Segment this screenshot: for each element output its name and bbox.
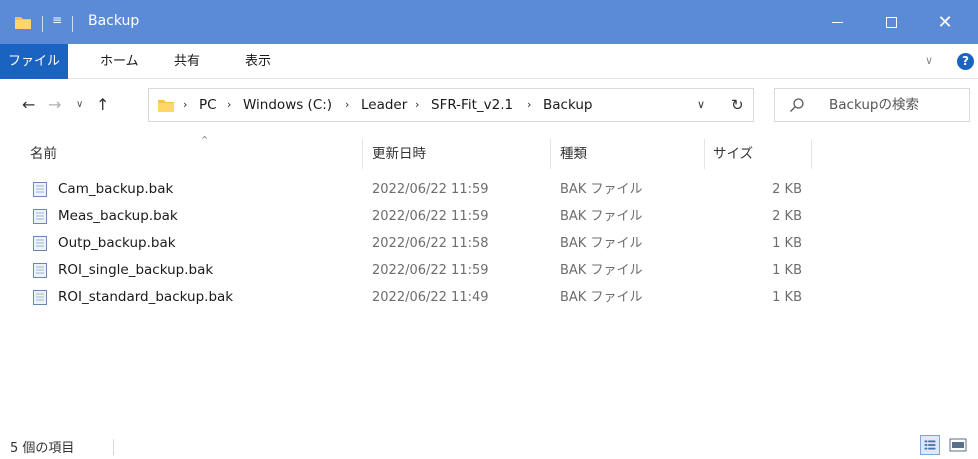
file-icon — [33, 182, 47, 197]
search-placeholder: Backupの検索 — [829, 97, 919, 113]
column-header-size[interactable]: サイズ — [713, 135, 753, 173]
column-divider[interactable] — [550, 139, 551, 169]
file-row[interactable]: Outp_backup.bak 2022/06/22 11:58 BAK ファイ… — [28, 230, 808, 257]
breadcrumb-chevron-icon[interactable]: › — [415, 89, 419, 121]
minimize-icon — [831, 21, 843, 23]
file-name: ROI_standard_backup.bak — [58, 289, 234, 305]
file-size: 2 KB — [772, 209, 802, 224]
file-type: BAK ファイル — [560, 209, 643, 224]
title-separator — [72, 16, 73, 32]
breadcrumb-pc[interactable]: PC — [199, 89, 217, 121]
column-header-name[interactable]: 名前 — [30, 135, 57, 173]
tab-view[interactable]: 表示 — [245, 44, 271, 79]
file-name: Cam_backup.bak — [58, 181, 174, 197]
file-name: ROI_single_backup.bak — [58, 262, 214, 278]
file-icon — [33, 236, 47, 251]
search-icon — [790, 98, 804, 112]
file-size: 1 KB — [772, 263, 802, 278]
column-header-date[interactable]: 更新日時 — [372, 135, 426, 173]
column-divider[interactable] — [811, 139, 812, 169]
expand-ribbon-chevron-icon[interactable]: ∨ — [925, 54, 933, 67]
item-count: 5 個の項目 — [10, 441, 75, 456]
search-box[interactable]: Backupの検索 — [774, 88, 970, 122]
column-header-type[interactable]: 種類 — [560, 135, 587, 173]
breadcrumb-chevron-icon[interactable]: › — [183, 89, 187, 121]
file-name: Meas_backup.bak — [58, 208, 178, 224]
breadcrumb-backup[interactable]: Backup — [543, 89, 593, 121]
tab-share[interactable]: 共有 — [174, 44, 200, 79]
file-row[interactable]: Meas_backup.bak 2022/06/22 11:59 BAK ファイ… — [28, 203, 808, 230]
address-bar[interactable]: › PC › Windows (C:) › Leader › SFR-Fit_v… — [148, 88, 754, 122]
file-type: BAK ファイル — [560, 182, 643, 197]
help-icon[interactable]: ? — [957, 53, 974, 70]
tab-file[interactable]: ファイル — [0, 44, 68, 79]
minimize-button[interactable] — [814, 0, 860, 44]
breadcrumb-sfr-fit[interactable]: SFR-Fit_v2.1 — [431, 89, 513, 121]
ribbon-tabs: ファイル ホーム 共有 表示 ∨ ? — [0, 44, 978, 79]
file-size: 2 KB — [772, 182, 802, 197]
title-bar: ≡ Backup ✕ — [0, 0, 978, 44]
quick-access-menu-icon[interactable]: ≡ — [52, 13, 62, 27]
status-bar: 5 個の項目 — [0, 433, 978, 459]
maximize-button[interactable] — [868, 0, 914, 44]
folder-icon — [15, 17, 31, 29]
breadcrumb-chevron-icon[interactable]: › — [227, 89, 231, 121]
file-row[interactable]: ROI_single_backup.bak 2022/06/22 11:59 B… — [28, 257, 808, 284]
window-title: Backup — [88, 13, 140, 29]
file-date: 2022/06/22 11:58 — [372, 236, 489, 251]
file-type: BAK ファイル — [560, 236, 643, 251]
recent-locations-chevron-icon[interactable]: ∨ — [76, 93, 83, 117]
breadcrumb-drive[interactable]: Windows (C:) — [243, 89, 332, 121]
file-icon — [33, 263, 47, 278]
file-icon — [33, 290, 47, 305]
up-arrow-icon[interactable]: ↑ — [96, 93, 109, 117]
file-type: BAK ファイル — [560, 263, 643, 278]
file-row[interactable]: ROI_standard_backup.bak 2022/06/22 11:49… — [28, 284, 808, 311]
status-separator — [113, 439, 114, 455]
tab-home[interactable]: ホーム — [100, 44, 139, 79]
refresh-icon[interactable]: ↻ — [731, 89, 744, 121]
file-date: 2022/06/22 11:59 — [372, 209, 489, 224]
tiles-view-icon[interactable] — [948, 437, 968, 453]
maximize-icon — [885, 16, 897, 28]
address-history-chevron-icon[interactable]: ∨ — [697, 89, 705, 121]
file-type: BAK ファイル — [560, 290, 643, 305]
file-size: 1 KB — [772, 290, 802, 305]
file-row[interactable]: Cam_backup.bak 2022/06/22 11:59 BAK ファイル… — [28, 176, 808, 203]
sort-ascending-icon: ⌃ — [200, 134, 210, 147]
file-icon — [33, 209, 47, 224]
forward-arrow-icon[interactable]: → — [48, 93, 61, 117]
details-view-icon[interactable] — [920, 435, 940, 455]
file-date: 2022/06/22 11:59 — [372, 263, 489, 278]
title-separator — [42, 16, 43, 32]
column-divider[interactable] — [704, 139, 705, 169]
breadcrumb-leader[interactable]: Leader — [361, 89, 407, 121]
close-icon: ✕ — [937, 11, 953, 33]
file-size: 1 KB — [772, 236, 802, 251]
file-name: Outp_backup.bak — [58, 235, 176, 251]
breadcrumb-chevron-icon[interactable]: › — [345, 89, 349, 121]
navigation-bar: ← → ∨ ↑ › PC › Windows (C:) › Leader › S… — [0, 79, 978, 135]
file-date: 2022/06/22 11:59 — [372, 182, 489, 197]
back-arrow-icon[interactable]: ← — [22, 93, 35, 117]
column-divider[interactable] — [362, 139, 363, 169]
breadcrumb-chevron-icon[interactable]: › — [527, 89, 531, 121]
folder-icon — [158, 100, 174, 112]
close-button[interactable]: ✕ — [922, 0, 968, 44]
file-date: 2022/06/22 11:49 — [372, 290, 489, 305]
